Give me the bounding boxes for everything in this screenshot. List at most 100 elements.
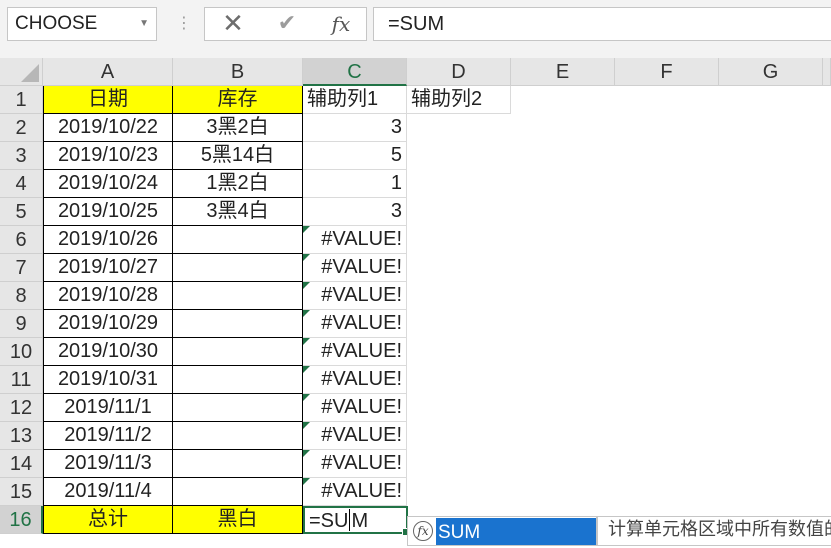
cell-d1[interactable]: 辅助列2 [407,86,511,114]
error-indicator-icon[interactable] [303,366,310,373]
row-header[interactable]: 1 [0,86,43,114]
cell-b1[interactable]: 库存 [173,86,303,114]
cell-a1[interactable]: 日期 [43,86,173,114]
active-cell-c16[interactable]: =SU M [303,506,410,536]
column-header-a[interactable]: A [43,58,173,86]
row-header[interactable]: 6 [0,226,43,254]
cell-c8[interactable]: #VALUE! [303,282,407,310]
autocomplete-item-sum[interactable]: SUM [436,518,596,545]
cell-a14[interactable]: 2019/11/3 [43,450,173,478]
row-header[interactable]: 10 [0,338,43,366]
cell-a15[interactable]: 2019/11/4 [43,478,173,506]
row-header[interactable]: 9 [0,310,43,338]
error-indicator-icon[interactable] [303,478,310,485]
cancel-icon[interactable]: ✕ [213,8,253,40]
column-header-g[interactable]: G [719,58,823,86]
cell-a9[interactable]: 2019/10/29 [43,310,173,338]
cell-b2[interactable]: 3黑2白 [173,114,303,142]
row-header[interactable]: 5 [0,198,43,226]
cell-c7[interactable]: #VALUE! [303,254,407,282]
row-header[interactable]: 12 [0,394,43,422]
error-indicator-icon[interactable] [303,226,310,233]
insert-function-icon[interactable]: fx [321,8,361,40]
row-header[interactable]: 16 [0,506,43,534]
cell-c7-value: #VALUE! [321,256,402,278]
cell-a8[interactable]: 2019/10/28 [43,282,173,310]
cell-c10[interactable]: #VALUE! [303,338,407,366]
cell-c15-value: #VALUE! [321,480,402,502]
cell-b3[interactable]: 5黑14白 [173,142,303,170]
cell-a5[interactable]: 2019/10/25 [43,198,173,226]
cell-a4[interactable]: 2019/10/24 [43,170,173,198]
row-header[interactable]: 4 [0,170,43,198]
cell-a10[interactable]: 2019/10/30 [43,338,173,366]
cell-b16[interactable]: 黑白 [173,506,303,534]
cell-a12[interactable]: 2019/11/1 [43,394,173,422]
cell-c2[interactable]: 3 [303,114,407,142]
cell-a13[interactable]: 2019/11/2 [43,422,173,450]
formula-bar-area: CHOOSE ▼ ⋮ ✕ ✔ fx =SUM [0,0,831,58]
row-header[interactable]: 3 [0,142,43,170]
cell-c5[interactable]: 3 [303,198,407,226]
row-header[interactable]: 8 [0,282,43,310]
cell-c13[interactable]: #VALUE! [303,422,407,450]
cell-b8[interactable] [173,282,303,310]
error-indicator-icon[interactable] [303,394,310,401]
name-box[interactable]: CHOOSE ▼ [7,7,157,41]
cell-c16-text-before: =SU [309,510,349,532]
error-indicator-icon[interactable] [303,422,310,429]
cell-c8-value: #VALUE! [321,284,402,306]
cell-c6[interactable]: #VALUE! [303,226,407,254]
cell-c12[interactable]: #VALUE! [303,394,407,422]
chevron-down-icon[interactable]: ▼ [139,8,149,40]
cell-b5[interactable]: 3黑4白 [173,198,303,226]
cell-a7[interactable]: 2019/10/27 [43,254,173,282]
column-header-d[interactable]: D [407,58,511,86]
cell-c9[interactable]: #VALUE! [303,310,407,338]
column-header-e[interactable]: E [511,58,615,86]
cell-a16[interactable]: 总计 [43,506,173,534]
column-header-f[interactable]: F [615,58,719,86]
cell-c12-value: #VALUE! [321,396,402,418]
cell-c3[interactable]: 5 [303,142,407,170]
cell-b14[interactable] [173,450,303,478]
cell-b10[interactable] [173,338,303,366]
cell-a11[interactable]: 2019/10/31 [43,366,173,394]
column-header-h[interactable] [823,58,831,86]
cell-c15[interactable]: #VALUE! [303,478,407,506]
cell-b6[interactable] [173,226,303,254]
column-header-b[interactable]: B [173,58,303,86]
error-indicator-icon[interactable] [303,338,310,345]
select-all-corner[interactable] [0,58,43,86]
error-indicator-icon[interactable] [303,282,310,289]
row-header[interactable]: 14 [0,450,43,478]
cell-c16-text-after: M [351,510,369,532]
cell-c4[interactable]: 1 [303,170,407,198]
row-header[interactable]: 11 [0,366,43,394]
error-indicator-icon[interactable] [303,254,310,261]
column-header-c[interactable]: C [303,58,407,86]
error-indicator-icon[interactable] [303,450,310,457]
formula-input[interactable]: =SUM [373,7,831,41]
drag-handle-icon[interactable]: ⋮ [176,12,192,34]
cell-c11[interactable]: #VALUE! [303,366,407,394]
cell-b12[interactable] [173,394,303,422]
cell-b15[interactable] [173,478,303,506]
cell-b11[interactable] [173,366,303,394]
row-header[interactable]: 7 [0,254,43,282]
cell-a2[interactable]: 2019/10/22 [43,114,173,142]
cell-b4[interactable]: 1黑2白 [173,170,303,198]
cell-b13[interactable] [173,422,303,450]
row-header[interactable]: 13 [0,422,43,450]
cell-b7[interactable] [173,254,303,282]
row-header[interactable]: 2 [0,114,43,142]
cell-b9[interactable] [173,310,303,338]
row-header[interactable]: 15 [0,478,43,506]
enter-icon[interactable]: ✔ [267,8,307,40]
cell-c14[interactable]: #VALUE! [303,450,407,478]
error-indicator-icon[interactable] [303,310,310,317]
formula-buttons: ✕ ✔ fx [204,7,367,41]
cell-a6[interactable]: 2019/10/26 [43,226,173,254]
cell-a3[interactable]: 2019/10/23 [43,142,173,170]
cell-c1[interactable]: 辅助列1 [303,86,407,114]
